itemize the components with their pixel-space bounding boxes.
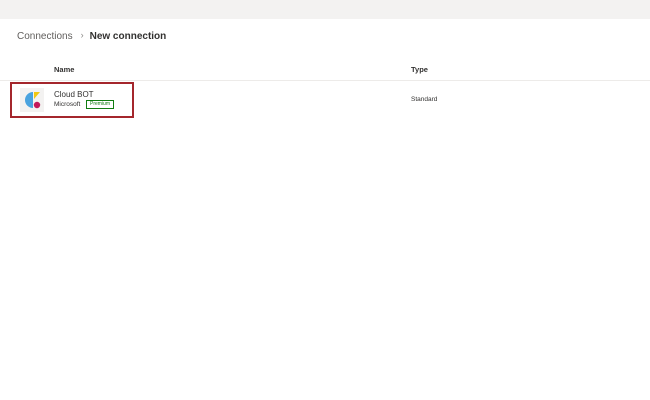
connector-publisher: Microsoft <box>54 101 81 108</box>
connector-type: Standard <box>411 96 438 103</box>
chevron-right-icon: › <box>80 30 84 40</box>
premium-badge: Premium <box>86 100 115 109</box>
connections-table: Name Type Cloud BOT Microsoft Premium St… <box>0 60 650 119</box>
table-row[interactable]: Cloud BOT Microsoft Premium Standard <box>0 81 650 119</box>
top-bar <box>0 0 650 19</box>
breadcrumb-connections-link[interactable]: Connections <box>17 31 73 42</box>
table-header: Name Type <box>0 60 650 81</box>
column-header-name[interactable]: Name <box>54 65 74 74</box>
column-header-type[interactable]: Type <box>411 65 428 74</box>
breadcrumb-current: New connection <box>89 30 167 42</box>
connector-name[interactable]: Cloud BOT <box>54 90 94 99</box>
cloud-bot-logo-icon <box>20 88 44 112</box>
breadcrumb: Connections › New connection <box>17 29 166 43</box>
